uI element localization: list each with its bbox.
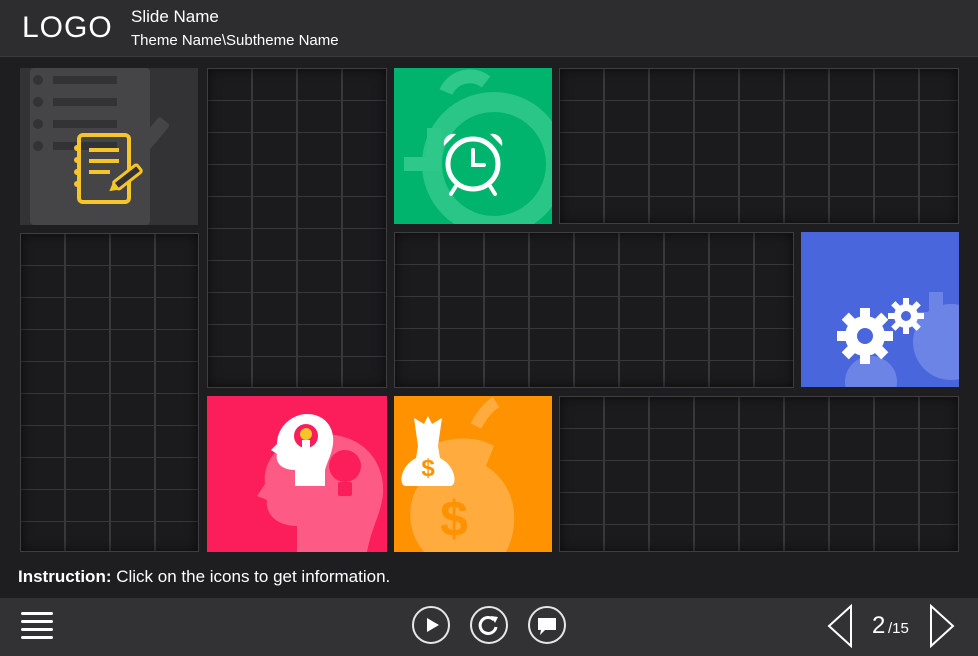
head-lightbulb-icon	[257, 414, 384, 552]
brick-tile	[559, 68, 959, 224]
brick-tile	[559, 396, 959, 552]
comment-button[interactable]	[528, 606, 566, 644]
gears-tile[interactable]	[801, 232, 959, 387]
play-button[interactable]	[412, 606, 450, 644]
notepad-pencil-icon	[30, 68, 169, 225]
replay-button[interactable]	[470, 606, 508, 644]
money-tile[interactable]: $ $	[394, 396, 552, 552]
prev-arrow-icon	[827, 603, 852, 649]
svg-text:$: $	[440, 491, 468, 547]
brick-tile	[394, 232, 794, 388]
logo: LOGO	[22, 11, 113, 44]
theme-name: Theme Name\Subtheme Name	[131, 32, 339, 49]
play-icon	[427, 618, 439, 632]
page-current: 2	[872, 612, 886, 639]
notes-tile[interactable]	[20, 68, 198, 225]
next-button[interactable]	[928, 603, 956, 649]
gears-icon	[837, 292, 959, 387]
instruction-label: Instruction:	[18, 567, 112, 586]
alarm-clock-icon	[404, 69, 552, 224]
slide-name: Slide Name	[131, 7, 219, 26]
comment-icon	[538, 618, 556, 635]
replay-icon	[478, 615, 498, 635]
clock-tile[interactable]	[394, 68, 552, 224]
brick-tile	[207, 68, 387, 388]
page-total: /15	[888, 620, 909, 637]
bottom-bar: 2 /15	[0, 598, 978, 656]
idea-tile[interactable]	[207, 396, 387, 552]
instruction-text: Instruction: Click on the icons to get i…	[18, 567, 390, 587]
top-bar: LOGO Slide Name Theme Name\Subtheme Name	[0, 0, 978, 57]
next-arrow-icon	[930, 603, 955, 649]
prev-button[interactable]	[826, 603, 854, 649]
instruction-body: Click on the icons to get information.	[111, 567, 391, 586]
svg-text:$: $	[421, 455, 435, 482]
brick-tile	[20, 233, 199, 552]
menu-button[interactable]	[21, 612, 55, 640]
money-bag-icon: $ $	[401, 397, 515, 552]
hamburger-menu-icon	[21, 612, 53, 615]
